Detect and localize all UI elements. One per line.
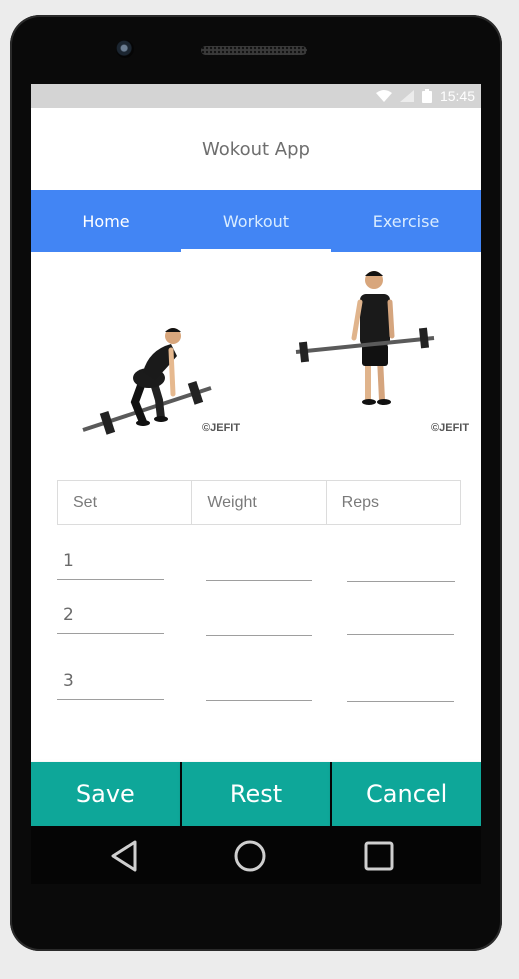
cancel-button[interactable]: Cancel (332, 762, 481, 826)
set-3-field[interactable] (57, 668, 164, 700)
signal-icon (399, 90, 414, 102)
header-reps: Reps (341, 493, 380, 511)
tab-bar: Home Workout Exercise (31, 190, 481, 252)
app-screen: 15:45 Wokout App Home Workout Exercise ©… (31, 84, 481, 884)
watermark-left: ©JEFIT (202, 422, 241, 434)
weight-3-field[interactable] (206, 669, 312, 701)
set-1-field[interactable] (57, 548, 164, 580)
header-set: Set (58, 481, 193, 524)
tab-home[interactable]: Home (31, 190, 181, 252)
reps-3-field[interactable] (347, 670, 454, 702)
speaker-grille (201, 46, 307, 55)
tab-workout[interactable]: Workout (181, 190, 331, 252)
sets-table-header: Set Weight Reps (57, 480, 461, 525)
system-nav-bar (31, 826, 481, 884)
set-2-field[interactable] (57, 602, 164, 634)
reps-2-field[interactable] (347, 603, 454, 635)
camera-icon (116, 40, 134, 58)
app-title: Wokout App (202, 138, 310, 160)
exercise-illustrations: ©JEFIT ©JEFIT (31, 252, 481, 452)
back-icon[interactable] (105, 836, 145, 876)
status-bar: 15:45 (31, 84, 481, 108)
save-button[interactable]: Save (31, 762, 180, 826)
battery-icon (421, 89, 432, 103)
home-icon[interactable] (230, 836, 270, 876)
tab-exercise-label: Exercise (372, 211, 440, 231)
status-icons: 15:45 (375, 88, 475, 104)
tab-exercise[interactable]: Exercise (331, 190, 481, 252)
status-time: 15:45 (439, 88, 475, 104)
rest-button[interactable]: Rest (181, 762, 331, 826)
tab-workout-label: Workout (222, 211, 290, 231)
tab-home-label: Home (82, 211, 130, 231)
weight-2-field[interactable] (206, 604, 312, 636)
header-weight: Weight (192, 481, 327, 524)
watermark-right: ©JEFIT (431, 422, 470, 434)
action-bar: Save Rest Cancel (31, 762, 481, 826)
watermark-right-text: JEFIT (439, 422, 470, 434)
recents-icon[interactable] (358, 836, 398, 876)
app-title-bar: Wokout App (31, 108, 481, 190)
wifi-icon (375, 90, 392, 102)
watermark-left-text: JEFIT (210, 422, 241, 434)
weight-1-field[interactable] (206, 549, 312, 581)
reps-1-field[interactable] (347, 550, 455, 582)
